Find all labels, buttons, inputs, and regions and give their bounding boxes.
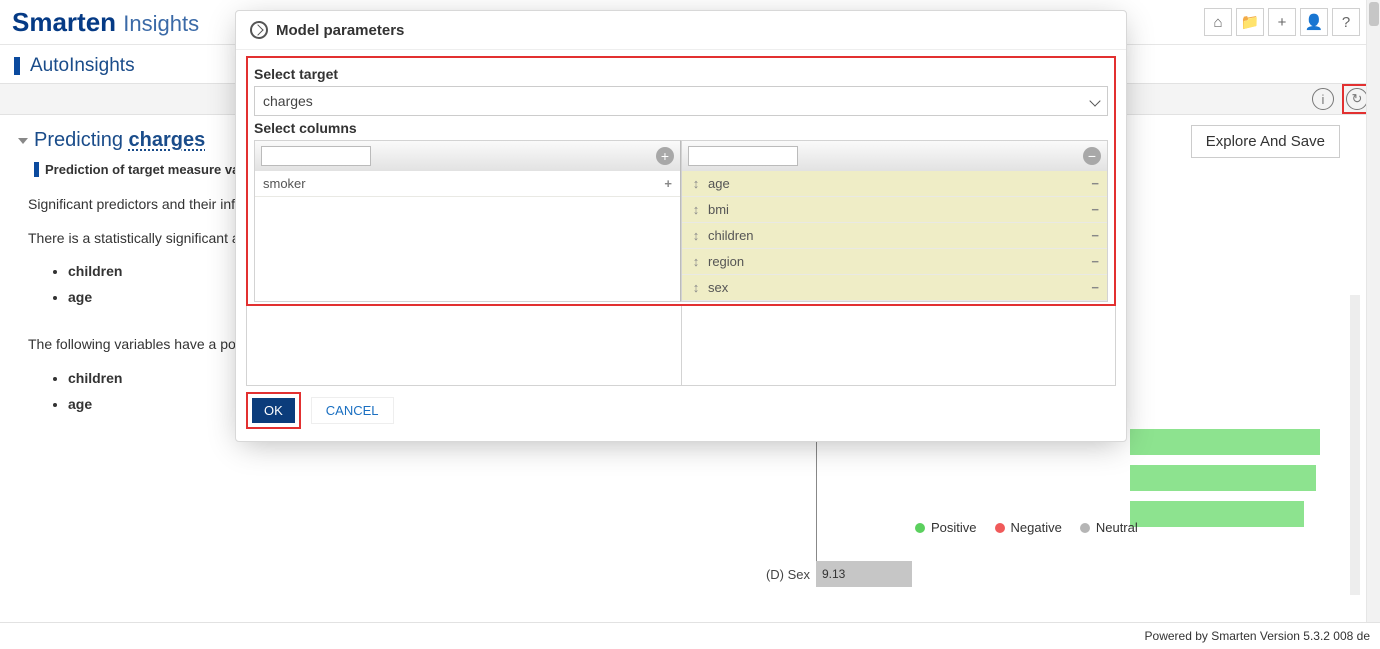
chart-bar-2 <box>1130 465 1316 491</box>
remove-icon[interactable]: − <box>1091 280 1099 295</box>
ok-button[interactable]: OK <box>252 398 295 423</box>
info-icon[interactable]: i <box>1312 88 1334 110</box>
chevron-down-icon <box>1089 95 1100 106</box>
parameters-highlight: Select target charges Select columns + s… <box>246 56 1116 306</box>
collapse-caret-icon[interactable] <box>18 138 28 144</box>
drag-icon[interactable]: ↕ <box>690 176 702 191</box>
selected-column-item[interactable]: ↕ bmi − <box>682 197 1107 223</box>
remove-icon[interactable]: − <box>1091 202 1099 217</box>
help-icon[interactable]: ? <box>1332 8 1360 36</box>
chart-bar-1 <box>1130 429 1320 455</box>
selected-pane-head: − <box>682 141 1107 171</box>
selected-columns-pane: − ↕ age − ↕ bmi − ↕ children <box>681 140 1108 302</box>
remove-all-icon[interactable]: − <box>1083 147 1101 165</box>
predicting-title: Predicting charges <box>34 129 205 152</box>
available-column-item[interactable]: smoker + <box>255 171 680 197</box>
select-columns-label: Select columns <box>254 120 1108 136</box>
home-icon[interactable]: ⌂ <box>1204 8 1232 36</box>
accent-bar-small <box>34 162 39 177</box>
available-filter-input[interactable] <box>261 146 371 166</box>
drag-icon[interactable]: ↕ <box>690 254 702 269</box>
chart-bar-sex: (D) Sex 9.13 <box>760 561 912 587</box>
target-select[interactable]: charges <box>254 86 1108 116</box>
dot-icon <box>995 523 1005 533</box>
legend-positive: Positive <box>915 520 977 535</box>
brand-main: Smarten <box>12 7 116 37</box>
accent-bar <box>14 57 20 75</box>
dialog-header: Model parameters <box>236 11 1126 50</box>
user-icon[interactable]: 👤 <box>1300 8 1328 36</box>
brand-logo: Smarten Insights <box>8 7 199 38</box>
select-target-label: Select target <box>254 66 1108 82</box>
plus-icon[interactable]: + <box>1268 8 1296 36</box>
available-pane-head: + <box>255 141 680 171</box>
brand-sub: Insights <box>123 11 199 36</box>
available-columns-pane: + smoker + <box>254 140 681 302</box>
add-icon[interactable]: + <box>664 176 672 191</box>
explore-and-save-button[interactable]: Explore And Save <box>1191 125 1340 158</box>
model-parameters-dialog: Model parameters Select target charges S… <box>235 10 1127 442</box>
ok-highlight: OK <box>246 392 301 429</box>
remove-icon[interactable]: − <box>1091 176 1099 191</box>
folder-icon[interactable]: 📁 <box>1236 8 1264 36</box>
selected-column-item[interactable]: ↕ age − <box>682 171 1107 197</box>
predicting-target: charges <box>129 129 206 151</box>
gear-icon <box>250 21 268 39</box>
page-title: AutoInsights <box>30 55 135 77</box>
selected-filter-input[interactable] <box>688 146 798 166</box>
chart-bar-3 <box>1130 501 1304 527</box>
chart-legend: Positive Negative Neutral <box>915 520 1138 535</box>
inner-scrollbar[interactable] <box>1350 295 1360 595</box>
drag-icon[interactable]: ↕ <box>690 202 702 217</box>
column-picker: + smoker + − ↕ age <box>254 140 1108 302</box>
top-icon-row: ⌂ 📁 + 👤 ? <box>1204 8 1372 36</box>
selected-column-item[interactable]: ↕ region − <box>682 249 1107 275</box>
refresh-icon[interactable]: ↻ <box>1346 88 1368 110</box>
add-all-icon[interactable]: + <box>656 147 674 165</box>
dialog-body: Select target charges Select columns + s… <box>236 50 1126 390</box>
dialog-title: Model parameters <box>276 22 404 39</box>
footer: Powered by Smarten Version 5.3.2 008 de <box>0 622 1380 649</box>
legend-neutral: Neutral <box>1080 520 1138 535</box>
dialog-footer: OK CANCEL <box>236 390 1126 429</box>
legend-negative: Negative <box>995 520 1062 535</box>
selected-column-item[interactable]: ↕ sex − <box>682 275 1107 301</box>
remove-icon[interactable]: − <box>1091 228 1099 243</box>
remove-icon[interactable]: − <box>1091 254 1099 269</box>
column-picker-footer <box>246 306 1116 386</box>
dot-icon <box>1080 523 1090 533</box>
selected-column-item[interactable]: ↕ children − <box>682 223 1107 249</box>
dot-icon <box>915 523 925 533</box>
drag-icon[interactable]: ↕ <box>690 228 702 243</box>
cancel-button[interactable]: CANCEL <box>311 397 394 424</box>
drag-icon[interactable]: ↕ <box>690 280 702 295</box>
